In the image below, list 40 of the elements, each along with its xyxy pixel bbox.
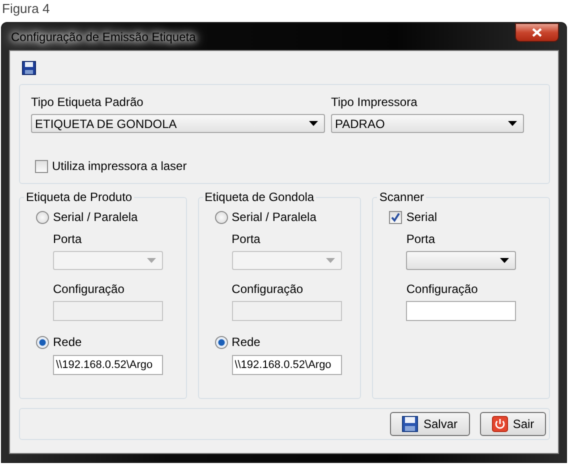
field-label: Configuração	[232, 282, 304, 296]
caret-icon	[309, 121, 318, 126]
radio-button[interactable]	[214, 336, 228, 348]
figure-caption: Figura 4	[1, 0, 51, 18]
option-label: Rede	[53, 335, 82, 349]
group-title: Scanner	[378, 190, 426, 204]
group-title: Etiqueta de Gondola	[204, 190, 316, 204]
field-label: Tipo Etiqueta Padrão	[31, 95, 144, 109]
close-button[interactable]	[515, 23, 559, 42]
network-path-field[interactable]: \\192.168.0.52\Argo	[53, 355, 163, 375]
close-icon	[532, 28, 542, 37]
option-label: Rede	[232, 335, 260, 349]
config-input-field[interactable]	[406, 301, 516, 321]
radio-button[interactable]	[214, 210, 228, 224]
option-label: Serial	[406, 210, 438, 224]
caret-icon	[508, 121, 517, 126]
network-path-field[interactable]: \\192.168.0.52\Argo	[232, 355, 342, 375]
option-label: Serial / Paralela	[232, 210, 316, 224]
field-label: Porta	[232, 232, 262, 246]
save-button[interactable]: Salvar	[390, 412, 470, 436]
field-label: Tipo Impressora	[331, 95, 418, 109]
field-label: Porta	[53, 232, 83, 246]
exit-button[interactable]: Sair	[480, 412, 546, 436]
radio-button[interactable]	[36, 336, 49, 348]
port-dropdown[interactable]	[406, 251, 516, 270]
printer-type-dropdown[interactable]: PADRAO	[331, 114, 524, 133]
field-label: Porta	[406, 232, 436, 246]
group-title: Etiqueta de Produto	[25, 190, 134, 204]
radio-button[interactable]	[36, 210, 49, 224]
field-label: Configuração	[406, 282, 479, 296]
checkbox-label: Utiliza impressora a laser	[52, 159, 187, 173]
checkbox[interactable]	[35, 160, 48, 172]
caret-icon	[147, 258, 156, 263]
field-label: Configuração	[53, 282, 126, 296]
option-label: Serial / Paralela	[53, 210, 138, 224]
power-icon	[492, 416, 508, 432]
caret-icon	[326, 258, 335, 263]
caret-icon	[500, 258, 510, 263]
label-type-dropdown[interactable]: ETIQUETA DE GONDOLA	[31, 114, 325, 133]
checkbox[interactable]	[389, 210, 402, 224]
